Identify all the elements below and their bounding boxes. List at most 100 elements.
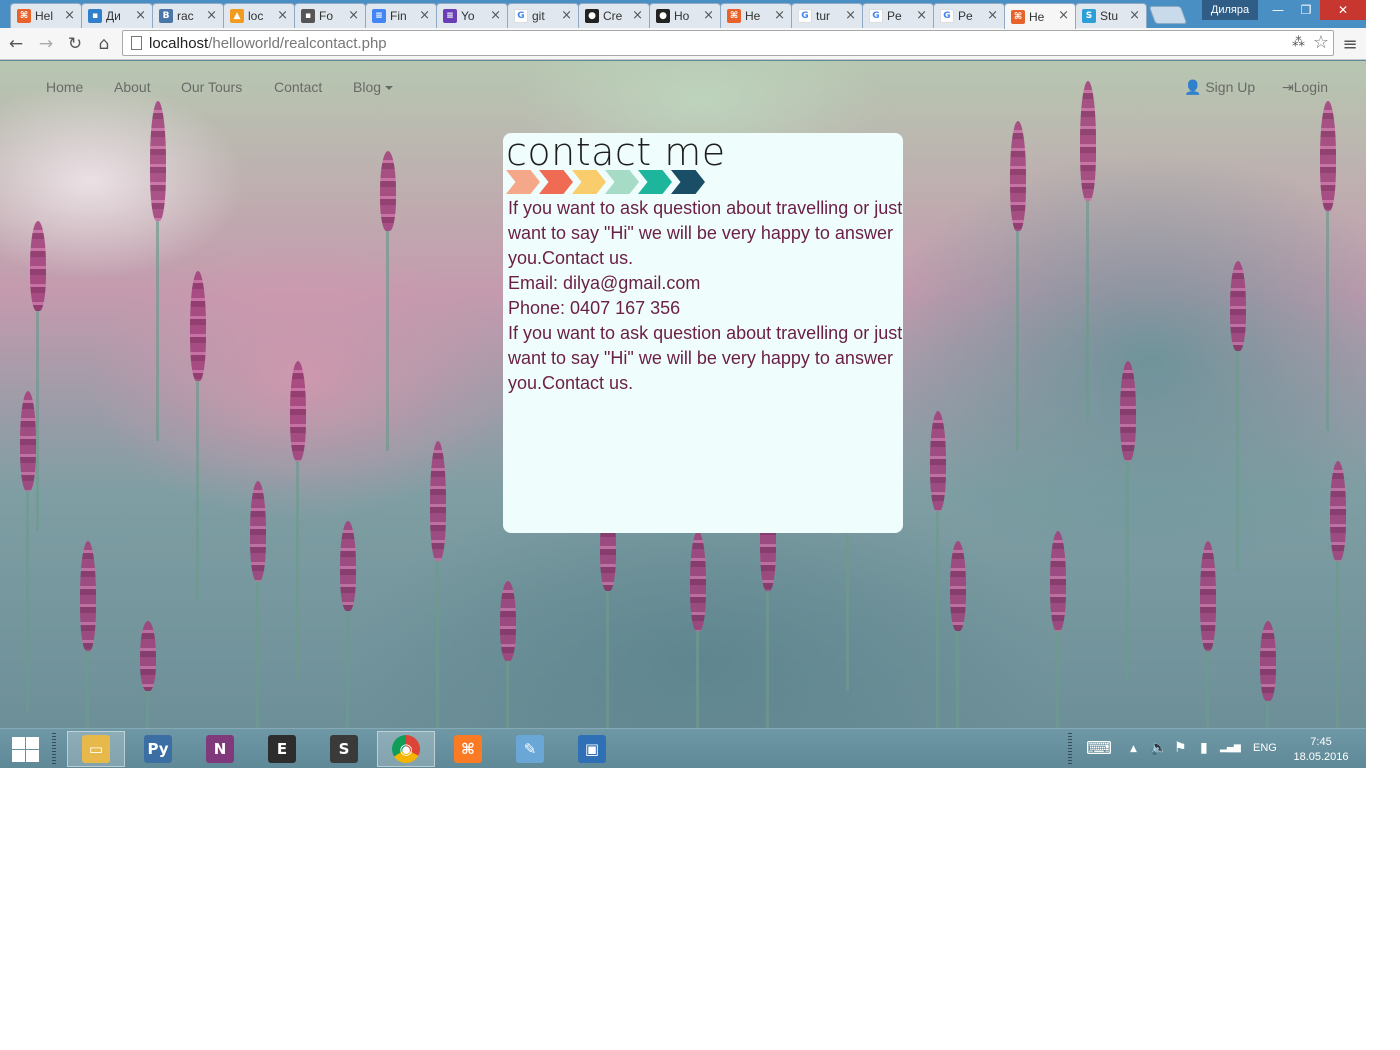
- tab-close-icon[interactable]: ×: [916, 8, 927, 23]
- tab-close-icon[interactable]: ×: [703, 8, 714, 23]
- lavender-flower: [1010, 121, 1026, 231]
- tab-close-icon[interactable]: ×: [135, 8, 146, 23]
- lavender-stem: [1266, 701, 1269, 728]
- xampp-favicon-icon: ⌘: [727, 9, 741, 23]
- browser-tab[interactable]: G Pe ×: [862, 3, 934, 28]
- tab-close-icon[interactable]: ×: [348, 8, 359, 23]
- tab-title: loc: [248, 9, 264, 23]
- tray-grip[interactable]: [1068, 733, 1072, 765]
- nav-link-about[interactable]: About: [114, 79, 151, 95]
- lavender-flower: [290, 361, 306, 461]
- lavender-stem: [1336, 561, 1339, 728]
- taskbar-clock[interactable]: 7:45 18.05.2016: [1290, 735, 1352, 765]
- home-button[interactable]: ⌂: [92, 32, 116, 56]
- windows-start-button[interactable]: [10, 735, 40, 763]
- taskbar-app-sublime-text[interactable]: S: [315, 731, 373, 767]
- tab-close-icon[interactable]: ×: [774, 8, 785, 23]
- lavender-stem: [1056, 631, 1059, 728]
- show-hidden-icons-arrow[interactable]: ▲: [1130, 744, 1137, 754]
- taskbar-app-python[interactable]: Py: [129, 731, 187, 767]
- network-signal-icon[interactable]: ▂▄▆: [1220, 743, 1241, 753]
- tab-close-icon[interactable]: ×: [277, 8, 288, 23]
- xampp-favicon-icon: ⌘: [17, 9, 31, 23]
- browser-tab[interactable]: ≡ Yo ×: [436, 3, 508, 28]
- tab-title: Ди: [106, 9, 121, 23]
- tab-close-icon[interactable]: ×: [632, 8, 643, 23]
- browser-profile-button[interactable]: Дилярa: [1202, 0, 1258, 20]
- nav-link-login[interactable]: ⇥Login: [1282, 79, 1328, 96]
- tab-close-icon[interactable]: ×: [1058, 8, 1069, 23]
- taskbar-app-onenote[interactable]: N: [191, 731, 249, 767]
- chat-favicon-icon: ▪: [88, 9, 102, 23]
- battery-icon[interactable]: ▮: [1200, 740, 1208, 756]
- translate-icon[interactable]: ⁂: [1292, 35, 1305, 50]
- tab-title: Hel: [35, 9, 54, 23]
- volume-icon[interactable]: 🔈: [1150, 740, 1167, 756]
- phpmyadmin-favicon-icon: ▲: [230, 9, 244, 23]
- browser-tab[interactable]: ⌘ He ×: [720, 3, 792, 28]
- new-tab-button[interactable]: [1148, 6, 1188, 24]
- lavender-flower: [380, 151, 396, 231]
- browser-tab[interactable]: ≡ Fin ×: [365, 3, 437, 28]
- login-icon: ⇥: [1282, 79, 1294, 95]
- minimize-button[interactable]: —: [1264, 0, 1292, 20]
- url-text[interactable]: localhost/helloworld/realcontact.php: [149, 35, 387, 52]
- tab-close-icon[interactable]: ×: [1129, 8, 1140, 23]
- bookmark-star-icon[interactable]: ☆: [1313, 32, 1329, 53]
- google-favicon-icon: G: [798, 9, 812, 23]
- nav-link-home[interactable]: Home: [46, 79, 83, 95]
- taskbar-app-photos[interactable]: ▣: [563, 731, 621, 767]
- browser-tab[interactable]: ▲ loc ×: [223, 3, 295, 28]
- nav-link-sign-up[interactable]: 👤 Sign Up: [1184, 79, 1255, 96]
- user-icon: 👤: [1184, 79, 1202, 95]
- chevron-arrow-icon: [605, 170, 639, 194]
- tab-close-icon[interactable]: ×: [845, 8, 856, 23]
- browser-tab[interactable]: ⌘ He ×: [1004, 3, 1076, 29]
- back-button[interactable]: ←: [4, 32, 28, 56]
- start-logo-pane: [12, 750, 25, 762]
- nav-link-our-tours[interactable]: Our Tours: [181, 79, 242, 95]
- nav-link-blog-dropdown[interactable]: Blog: [353, 79, 394, 95]
- forward-button[interactable]: →: [34, 32, 58, 56]
- browser-tab[interactable]: Gtur ×: [791, 3, 863, 28]
- tab-close-icon[interactable]: ×: [419, 8, 430, 23]
- browser-tab[interactable]: Brac ×: [152, 3, 224, 28]
- restore-button[interactable]: ❐: [1292, 0, 1320, 20]
- taskbar-app-paint[interactable]: ✎: [501, 731, 559, 767]
- tab-title: tur: [816, 9, 831, 23]
- taskbar-app-terminal[interactable]: E: [253, 731, 311, 767]
- taskbar-grip[interactable]: [52, 733, 56, 765]
- browser-tab[interactable]: ▪ Fo ×: [294, 3, 366, 28]
- start-logo-pane: [12, 737, 25, 749]
- action-center-flag-icon[interactable]: ⚑: [1174, 740, 1187, 756]
- keyboard-icon[interactable]: ⌨: [1086, 738, 1112, 759]
- browser-tab[interactable]: ● Ho ×: [649, 3, 721, 28]
- tab-close-icon[interactable]: ×: [206, 8, 217, 23]
- browser-tab[interactable]: ▪ Ди ×: [81, 3, 153, 28]
- nav-link-contact[interactable]: Contact: [274, 79, 322, 95]
- browser-tab[interactable]: ⌘ Hel ×: [10, 3, 82, 28]
- browser-tab[interactable]: Ggit ×: [507, 3, 579, 28]
- tab-title: Pe: [958, 9, 973, 23]
- tab-title: He: [1029, 9, 1045, 24]
- tab-close-icon[interactable]: ×: [64, 8, 75, 23]
- tab-close-icon[interactable]: ×: [490, 8, 501, 23]
- taskbar-app-chrome[interactable]: ◉: [377, 731, 435, 767]
- taskbar-app-xampp[interactable]: ⌘: [439, 731, 497, 767]
- close-window-button[interactable]: ✕: [1320, 0, 1366, 20]
- reload-button[interactable]: ↻: [63, 32, 87, 56]
- contact-card: contact me If you want to ask question a…: [503, 130, 903, 533]
- chrome-menu-icon[interactable]: ≡: [1338, 32, 1362, 56]
- browser-tab[interactable]: ● Cre ×: [578, 3, 650, 28]
- xampp-icon: ⌘: [454, 735, 482, 763]
- chevron-arrow-icon: [671, 170, 705, 194]
- tab-title: Fin: [390, 9, 407, 23]
- browser-tab[interactable]: S Stu ×: [1075, 3, 1147, 28]
- input-language-indicator[interactable]: ENG: [1253, 742, 1277, 754]
- browser-tab[interactable]: G Pe ×: [933, 3, 1005, 28]
- address-bar[interactable]: localhost/helloworld/realcontact.php ⁂ ☆: [122, 30, 1334, 56]
- taskbar-app-file-explorer[interactable]: ▭: [67, 731, 125, 767]
- lavender-flower: [1230, 261, 1246, 351]
- tab-close-icon[interactable]: ×: [561, 8, 572, 23]
- tab-close-icon[interactable]: ×: [987, 8, 998, 23]
